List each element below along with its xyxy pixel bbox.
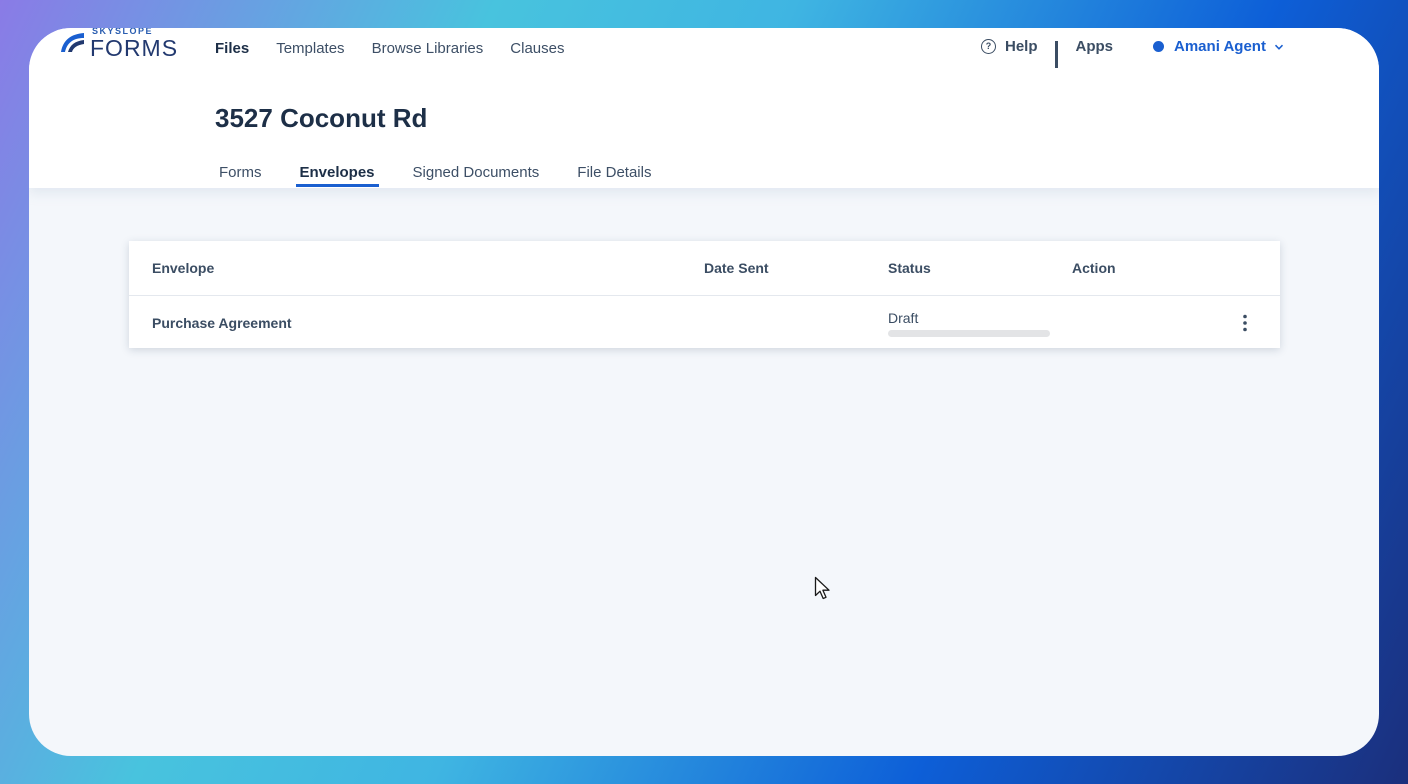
column-header-envelope[interactable]: Envelope	[152, 260, 214, 276]
help-label: Help	[1005, 38, 1038, 55]
header: SKYSLOPE FORMS Files Templates Browse Li…	[29, 28, 1379, 188]
user-name: Amani Agent	[1174, 38, 1266, 55]
logo[interactable]: SKYSLOPE FORMS	[59, 28, 189, 64]
logo-mark-icon	[61, 33, 84, 52]
chevron-down-icon	[1274, 44, 1284, 50]
help-button[interactable]: ? Help	[981, 38, 1038, 55]
tab-envelopes[interactable]: Envelopes	[295, 164, 379, 187]
logo-brand-big: FORMS	[90, 35, 179, 61]
apps-label: Apps	[1075, 38, 1114, 55]
column-header-status[interactable]: Status	[888, 260, 931, 276]
file-tabs: Forms Envelopes Signed Documents File De…	[215, 164, 685, 187]
grid-icon	[1054, 40, 1067, 68]
nav-item-templates[interactable]: Templates	[276, 40, 344, 57]
nav-item-browse-libraries[interactable]: Browse Libraries	[372, 40, 484, 57]
tab-file-details[interactable]: File Details	[573, 164, 655, 187]
help-circle-icon: ?	[981, 39, 996, 54]
mouse-cursor-icon	[814, 576, 830, 600]
status-progress-bar	[888, 330, 1050, 337]
page-title: 3527 Coconut Rd	[215, 103, 428, 133]
envelopes-table: Envelope Date Sent Status Action Purchas…	[129, 241, 1280, 348]
user-menu[interactable]: Amani Agent	[1153, 38, 1284, 55]
status-label: Draft	[888, 310, 919, 326]
dot-icon	[1153, 41, 1165, 52]
table-header: Envelope Date Sent Status Action	[129, 241, 1280, 296]
nav-item-files[interactable]: Files	[215, 40, 249, 57]
apps-button[interactable]: Apps	[1054, 38, 1114, 68]
column-header-date-sent[interactable]: Date Sent	[704, 260, 769, 276]
tab-forms[interactable]: Forms	[215, 164, 266, 187]
tab-signed-documents[interactable]: Signed Documents	[409, 164, 544, 187]
header-right: ? Help Apps Amani Agent	[981, 38, 1284, 68]
kebab-icon[interactable]	[1237, 313, 1253, 333]
main-nav: Files Templates Browse Libraries Clauses	[215, 40, 591, 57]
app-window: SKYSLOPE FORMS Files Templates Browse Li…	[29, 28, 1379, 756]
column-header-action: Action	[1072, 260, 1116, 276]
envelope-name[interactable]: Purchase Agreement	[152, 315, 292, 331]
nav-item-clauses[interactable]: Clauses	[510, 40, 564, 57]
